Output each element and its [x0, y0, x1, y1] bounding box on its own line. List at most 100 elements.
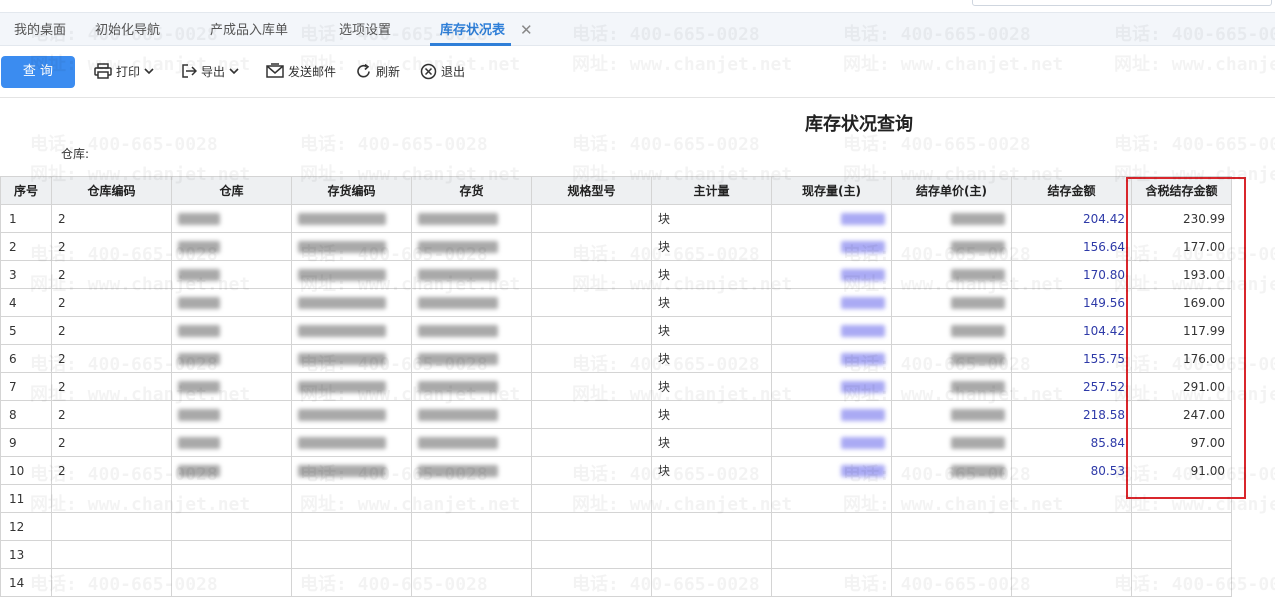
unit-cell: 块: [651, 204, 772, 233]
column-header[interactable]: 仓库编码: [51, 176, 172, 205]
warehouse-cell: [171, 316, 292, 345]
tab-product-receipt[interactable]: 产成品入库单: [210, 13, 288, 46]
exit-icon: [420, 63, 437, 80]
masked-value: [418, 325, 498, 337]
warehouse-cell: [171, 372, 292, 401]
send-email-label: 发送邮件: [288, 64, 337, 79]
amount-cell: 257.52: [1011, 372, 1132, 401]
empty-cell: [51, 484, 172, 513]
tab-options[interactable]: 选项设置: [339, 13, 391, 46]
empty-cell: [651, 484, 772, 513]
table-row[interactable]: 5 2 块 104.42 117.99: [0, 316, 1232, 345]
refresh-button[interactable]: 刷新: [355, 60, 400, 82]
amount-cell: 156.64: [1011, 232, 1132, 261]
table-row[interactable]: 11: [0, 484, 1232, 513]
amount-cell: 155.75: [1011, 344, 1132, 373]
empty-cell: [51, 568, 172, 597]
tax-amount-cell: 97.00: [1131, 428, 1232, 457]
item-code-cell: [291, 344, 412, 373]
table-row[interactable]: 1 2 块 204.42 230.99: [0, 204, 1232, 233]
quantity-cell: [771, 288, 892, 317]
exit-label: 退出: [441, 64, 466, 79]
masked-value: [298, 297, 386, 309]
column-header[interactable]: 存货编码: [291, 176, 412, 205]
warehouse-cell: [171, 428, 292, 457]
table-row[interactable]: 13: [0, 540, 1232, 569]
empty-cell: [651, 540, 772, 569]
column-header[interactable]: 仓库: [171, 176, 292, 205]
unit-cell: 块: [651, 344, 772, 373]
table-row[interactable]: 9 2 块 85.84 97.00: [0, 428, 1232, 457]
table-row[interactable]: 3 2 块 170.80 193.00: [0, 260, 1232, 289]
warehouse-cell: [171, 344, 292, 373]
column-header[interactable]: 存货: [411, 176, 532, 205]
row-number-cell: 7: [0, 372, 52, 401]
amount-cell: 204.42: [1011, 204, 1132, 233]
spec-cell: [531, 428, 652, 457]
refresh-label: 刷新: [376, 64, 401, 79]
item-cell: [411, 232, 532, 261]
table-row[interactable]: 6 2 块 155.75 176.00: [0, 344, 1232, 373]
masked-value: [418, 297, 498, 309]
masked-value: [841, 325, 885, 337]
spec-cell: [531, 372, 652, 401]
warehouse-code-cell: 2: [51, 400, 172, 429]
unit-cell: 块: [651, 316, 772, 345]
row-number-cell: 8: [0, 400, 52, 429]
tab-inventory-status[interactable]: 库存状况表: [430, 13, 512, 46]
masked-value: [841, 297, 885, 309]
table-row[interactable]: 10 2 块 80.53 91.00: [0, 456, 1232, 485]
column-header[interactable]: 含税结存金额: [1131, 176, 1232, 205]
masked-value: [951, 437, 1005, 449]
unit-price-cell: [891, 400, 1012, 429]
unit-price-cell: [891, 316, 1012, 345]
table-header-row: 序号 仓库编码 仓库 存货编码 存货 规格型号 主计量 现存量(主) 结存单价(…: [0, 176, 1232, 205]
empty-cell: [531, 512, 652, 541]
column-header[interactable]: 现存量(主): [771, 176, 892, 205]
spec-cell: [531, 260, 652, 289]
column-header[interactable]: 规格型号: [531, 176, 652, 205]
empty-cell: [891, 484, 1012, 513]
masked-value: [298, 409, 386, 421]
tab-my-desktop[interactable]: 我的桌面: [14, 13, 66, 46]
item-code-cell: [291, 372, 412, 401]
masked-value: [178, 325, 220, 337]
print-button[interactable]: 打印: [94, 60, 154, 82]
unit-price-cell: [891, 260, 1012, 289]
empty-cell: [1131, 568, 1232, 597]
close-icon[interactable]: ✕: [520, 13, 533, 48]
row-number-cell: 10: [0, 456, 52, 485]
column-header[interactable]: 序号: [0, 176, 52, 205]
spec-cell: [531, 204, 652, 233]
spec-cell: [531, 232, 652, 261]
table-row[interactable]: 14: [0, 568, 1232, 597]
empty-cell: [51, 512, 172, 541]
empty-cell: [891, 512, 1012, 541]
table-row[interactable]: 7 2 块 257.52 291.00: [0, 372, 1232, 401]
masked-value: [951, 353, 1005, 365]
export-button[interactable]: 导出: [181, 60, 239, 82]
table-row[interactable]: 8 2 块 218.58 247.00: [0, 400, 1232, 429]
empty-cell: [291, 540, 412, 569]
masked-value: [951, 213, 1005, 225]
item-code-cell: [291, 232, 412, 261]
column-header[interactable]: 主计量: [651, 176, 772, 205]
tab-init-guide[interactable]: 初始化导航: [95, 13, 160, 46]
table-row[interactable]: 12: [0, 512, 1232, 541]
column-header[interactable]: 结存金额: [1011, 176, 1132, 205]
table-row[interactable]: 2 2 块 156.64 177.00: [0, 232, 1232, 261]
top-search-box[interactable]: [972, 0, 1272, 6]
query-button[interactable]: 查 询: [1, 56, 75, 88]
empty-cell: [531, 568, 652, 597]
send-email-button[interactable]: 发送邮件: [266, 60, 336, 82]
spec-cell: [531, 316, 652, 345]
export-icon: [181, 63, 197, 79]
exit-button[interactable]: 退出: [420, 60, 465, 82]
masked-value: [841, 409, 885, 421]
unit-price-cell: [891, 456, 1012, 485]
empty-cell: [1011, 568, 1132, 597]
table-row[interactable]: 4 2 块 149.56 169.00: [0, 288, 1232, 317]
item-cell: [411, 372, 532, 401]
empty-cell: [411, 512, 532, 541]
column-header[interactable]: 结存单价(主): [891, 176, 1012, 205]
